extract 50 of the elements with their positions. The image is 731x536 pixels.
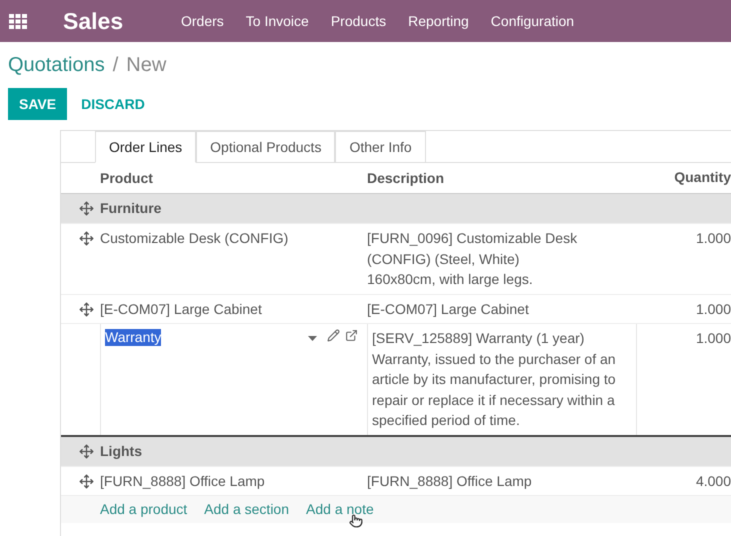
app-title: Sales (63, 8, 124, 34)
drag-handle-icon[interactable] (79, 231, 94, 246)
tab[interactable]: Order Lines (95, 131, 196, 163)
discard-button[interactable]: DISCARD (67, 88, 159, 120)
menu-item[interactable]: Reporting (408, 13, 469, 29)
column-header[interactable]: Description (367, 163, 637, 193)
table-cell-text: 1.000 (694, 229, 731, 248)
add-link[interactable]: Add a section (204, 501, 290, 517)
menu-item[interactable]: Configuration (490, 13, 574, 29)
breadcrumb-link[interactable]: Quotations (8, 54, 105, 77)
drag-handle-icon[interactable] (79, 302, 94, 316)
description-text: article by its manufacturer, promising to (372, 370, 617, 389)
column-header[interactable]: Quantity (637, 163, 731, 193)
section-title: Furniture (100, 199, 162, 218)
menu-item[interactable]: Products (330, 13, 386, 29)
table-cell-text: 4.000 (694, 472, 731, 490)
menu-item[interactable]: Orders (181, 13, 224, 29)
section-title: Lights (100, 442, 143, 461)
apps-menu-icon[interactable] (9, 14, 27, 28)
description-text: Warranty, issued to the purchaser of an (372, 350, 617, 369)
breadcrumb-separator: / (112, 54, 118, 77)
table-cell-text: 1.000 (694, 329, 731, 348)
pencil-icon[interactable] (327, 329, 340, 342)
add-link[interactable]: Add a product (100, 501, 188, 517)
table-cell-text: Customizable Desk (CONFIG) (100, 229, 290, 248)
breadcrumb-current: New (126, 54, 166, 77)
description-text: repair or replace it if necessary within a (372, 390, 616, 410)
product-field[interactable]: Warranty (100, 324, 367, 434)
table-cell-text: 160x80cm, with large legs. (367, 270, 534, 289)
add-link[interactable]: Add a note (306, 501, 374, 517)
table-cell-text: [FURN_0096] Customizable Desk (367, 229, 578, 248)
description-text: [SERV_125889] Warranty (1 year) (372, 329, 586, 348)
external-link-icon[interactable] (345, 329, 358, 342)
drag-handle-icon[interactable] (79, 444, 94, 458)
column-header[interactable]: Product (100, 163, 367, 193)
table-cell-text: [FURN_8888] Office Lamp (100, 472, 266, 491)
table-cell-text: (CONFIG) (Steel, White) (367, 250, 520, 269)
menu-item[interactable]: To Invoice (246, 13, 309, 29)
drag-handle-icon[interactable] (79, 474, 94, 488)
hand-cursor-icon (349, 514, 363, 528)
description-text: specified period of time. (372, 411, 521, 430)
table-cell-text: [E-COM07] Large Cabinet (100, 300, 263, 319)
table-cell-text: 1.000 (694, 300, 731, 318)
save-button[interactable]: SAVE (8, 88, 68, 120)
table-cell-text: [FURN_8888] Office Lamp (367, 472, 533, 491)
caret-icon[interactable] (308, 336, 317, 341)
drag-handle-icon[interactable] (79, 201, 94, 216)
tab[interactable]: Optional Products (196, 131, 336, 163)
table-cell-text: [E-COM07] Large Cabinet (367, 300, 530, 319)
tab[interactable]: Other Info (335, 131, 426, 163)
